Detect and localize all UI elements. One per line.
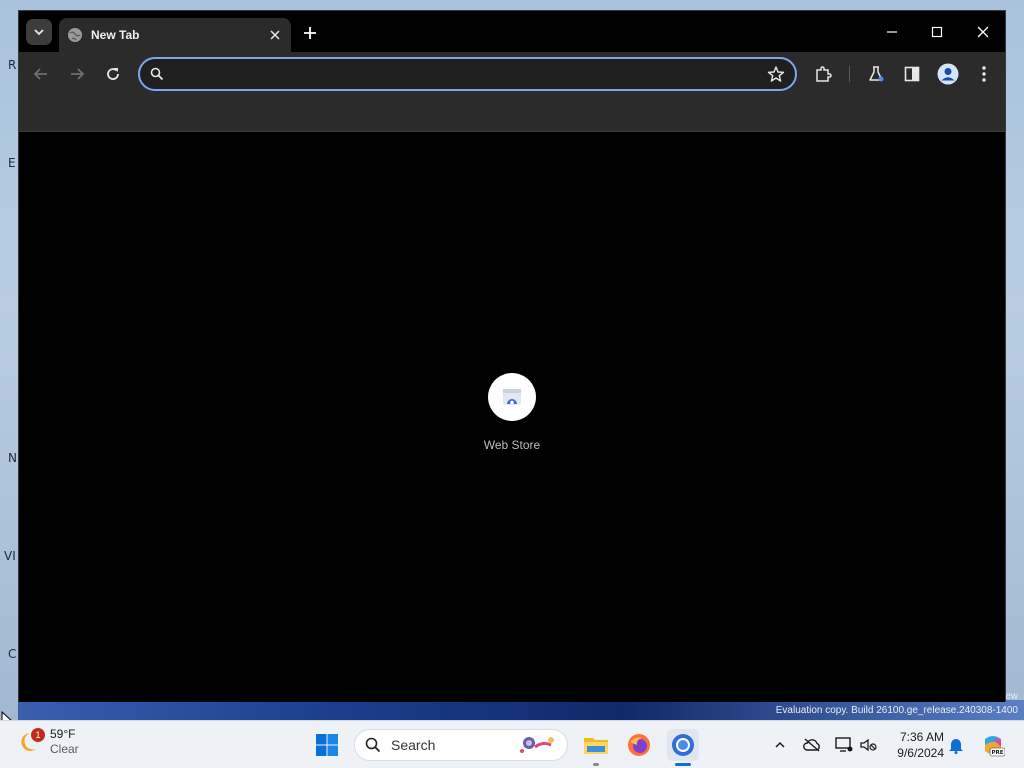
chrome-button[interactable] [667, 729, 699, 766]
avatar-icon [937, 63, 959, 85]
arrow-right-icon [71, 68, 85, 80]
bookmarks-bar [19, 96, 1005, 132]
onedrive-button[interactable] [802, 735, 822, 755]
arrow-left-icon [33, 68, 47, 80]
speaker-muted-icon [860, 738, 877, 752]
address-bar[interactable] [138, 57, 797, 91]
close-window-button[interactable] [970, 19, 996, 45]
minimize-button[interactable] [879, 19, 905, 45]
show-hidden-icons-button[interactable] [770, 735, 790, 755]
weather-alert-badge: 1 [31, 728, 45, 742]
web-store-icon [503, 389, 521, 405]
start-button[interactable] [311, 729, 343, 761]
desktop-icon-label: N [8, 451, 17, 465]
reload-icon [107, 68, 119, 80]
plus-icon [304, 27, 316, 39]
close-tab-icon[interactable] [267, 27, 283, 43]
weather-text: 59°F Clear [50, 727, 79, 757]
file-explorer-button[interactable] [580, 729, 612, 766]
minimize-icon [887, 31, 897, 33]
watermark-line: Evaluation copy. Build 26100.ge_release.… [775, 705, 1018, 716]
taskbar: 1 59°F Clear Search 7:36 AM 9/6/2024 PRE [0, 720, 1024, 768]
back-button[interactable] [29, 62, 53, 86]
side-panel-button[interactable] [900, 62, 924, 86]
copilot-button[interactable]: PRE [980, 732, 1006, 758]
profile-button[interactable] [936, 62, 960, 86]
chevron-up-icon [775, 741, 785, 748]
maximize-icon [931, 26, 943, 38]
weather-condition: Clear [50, 742, 79, 756]
taskbar-search[interactable]: Search [354, 729, 568, 761]
clock-time: 7:36 AM [899, 730, 944, 744]
bell-icon [949, 739, 963, 754]
shortcut-icon-circle [488, 373, 536, 421]
desktop-edge: R E N VI C [0, 0, 18, 720]
clock[interactable]: 7:36 AM 9/6/2024 [888, 729, 944, 761]
display-button[interactable] [834, 735, 854, 755]
weather-temp: 59°F [50, 727, 76, 741]
forward-button[interactable] [65, 62, 89, 86]
tab-new-tab[interactable]: New Tab [59, 18, 291, 52]
monitor-icon [835, 737, 853, 752]
maximize-button[interactable] [924, 19, 950, 45]
address-input[interactable] [174, 66, 767, 82]
firefox-icon [628, 734, 650, 756]
tab-title: New Tab [91, 28, 140, 42]
folder-icon [584, 738, 608, 754]
chrome-icon [672, 734, 694, 756]
new-tab-button[interactable] [299, 22, 321, 44]
volume-button[interactable] [859, 735, 879, 755]
flask-icon [869, 66, 884, 82]
firefox-button[interactable] [623, 729, 655, 761]
copilot-icon: PRE [985, 736, 1005, 757]
windows-logo-icon [316, 734, 338, 756]
desktop-icon-label: VI [4, 549, 16, 563]
title-bar: New Tab [19, 11, 1005, 52]
side-panel-icon [904, 66, 920, 82]
toolbar-divider [849, 66, 850, 82]
bookmark-star-icon[interactable] [767, 65, 785, 83]
running-indicator [593, 763, 599, 766]
notifications-button[interactable] [946, 735, 966, 755]
reload-button[interactable] [101, 62, 125, 86]
cloud-offline-icon [803, 738, 820, 752]
desktop-icon-label: E [8, 156, 16, 170]
globe-icon [67, 27, 83, 43]
tab-search-button[interactable] [26, 19, 52, 45]
clock-date: 9/6/2024 [897, 746, 944, 760]
weather-moon-icon: 1 [18, 728, 45, 755]
shortcut-label: Web Store [483, 438, 541, 452]
kebab-menu-icon [982, 66, 986, 82]
search-icon [365, 737, 381, 753]
desktop-icon-label: R [8, 58, 17, 72]
browser-toolbar [19, 52, 1005, 96]
extensions-button[interactable] [811, 62, 835, 86]
new-tab-page: Web Store [19, 132, 1005, 702]
shortcut-web-store[interactable]: Web Store [462, 373, 562, 452]
weather-widget[interactable]: 1 59°F Clear [18, 727, 79, 757]
search-icon [150, 67, 164, 81]
menu-button[interactable] [972, 62, 996, 86]
search-highlight-icon [520, 737, 554, 753]
chevron-down-icon [34, 29, 44, 36]
browser-window: New Tab Web Store [18, 10, 1006, 702]
taskbar-search-label: Search [391, 737, 436, 753]
puzzle-icon [816, 66, 832, 82]
copilot-badge: PRE [991, 750, 1003, 756]
close-icon [977, 26, 989, 38]
active-indicator [675, 763, 691, 766]
labs-button[interactable] [864, 62, 888, 86]
desktop-icon-label: C [8, 647, 17, 661]
